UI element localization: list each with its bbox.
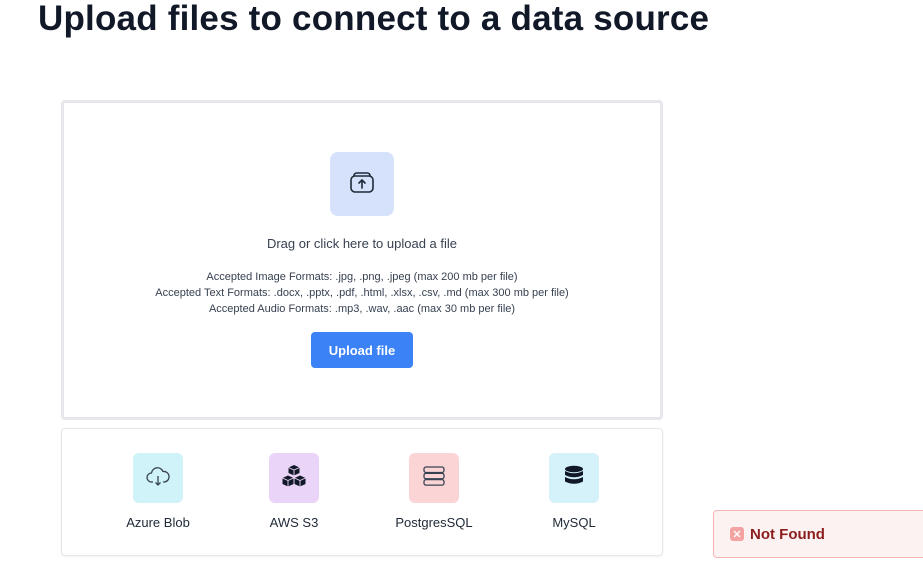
upload-icon [347,167,377,202]
page-title: Upload files to connect to a data source [38,0,710,38]
cloud-download-icon [145,463,171,494]
source-mysql[interactable]: MySQL [519,453,629,530]
dropzone-hint: Drag or click here to upload a file [266,236,458,251]
database-icon [561,463,587,494]
postgressql-tile [409,453,459,503]
source-label: AWS S3 [269,515,319,530]
accepted-formats: Accepted Image Formats: .jpg, .png, .jpe… [64,269,660,317]
aws-s3-tile [269,453,319,503]
source-azure-blob[interactable]: Azure Blob [103,453,213,530]
source-label: Azure Blob [126,515,190,530]
close-icon[interactable] [730,527,744,541]
upload-file-button[interactable]: Upload file [311,332,413,368]
azure-blob-tile [133,453,183,503]
text-formats-text: Accepted Text Formats: .docx, .pptx, .pd… [155,287,569,299]
source-label: PostgresSQL [395,515,473,530]
mysql-tile [549,453,599,503]
source-label: MySQL [552,515,596,530]
file-dropzone[interactable]: Drag or click here to upload a file Acce… [61,100,663,420]
error-toast[interactable]: Not Found [713,510,923,558]
audio-formats-text: Accepted Audio Formats: .mp3, .wav, .aac… [208,303,516,315]
upload-icon-tile [330,152,394,216]
source-postgressql[interactable]: PostgresSQL [379,453,489,530]
source-aws-s3[interactable]: AWS S3 [239,453,349,530]
cubes-icon [280,462,308,495]
data-source-panel: Azure Blob AWS S3 PostgresSQL MySQL [61,428,663,556]
image-formats-text: Accepted Image Formats: .jpg, .png, .jpe… [206,271,518,283]
toast-message: Not Found [750,525,825,543]
page: Upload files to connect to a data source… [0,0,923,563]
server-icon [421,463,447,494]
